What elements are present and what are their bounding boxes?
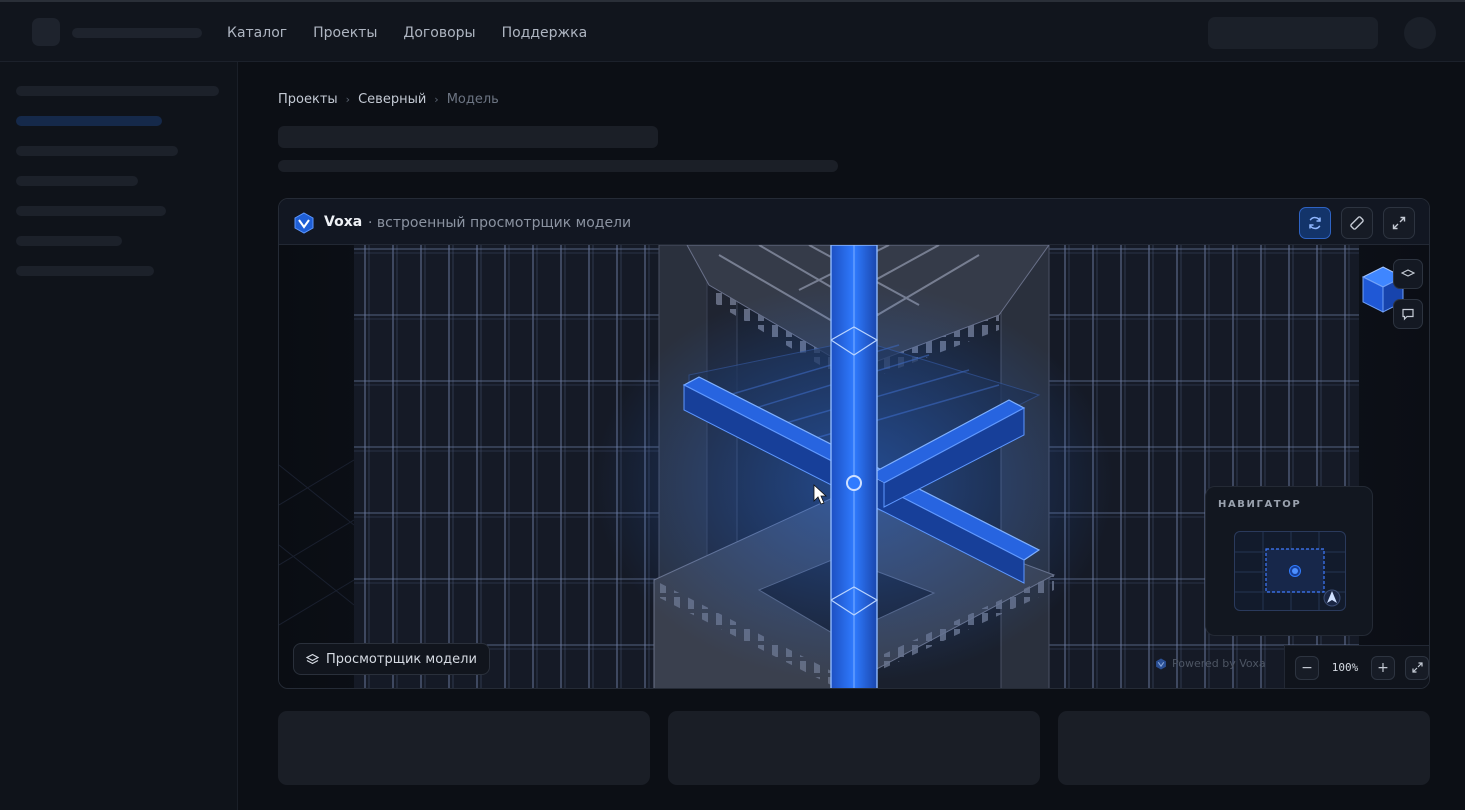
sync-button[interactable] (1299, 207, 1331, 239)
navigator-minimap[interactable] (1234, 531, 1346, 611)
sidebar-item[interactable] (16, 176, 138, 186)
viewer-mode-label: Просмотрщик модели (326, 651, 477, 667)
viewer-brand: Voxa (324, 214, 363, 230)
ruler-icon (1350, 216, 1364, 230)
layers-icon (1401, 269, 1415, 277)
navigator-panel: НАВИГАТОР (1205, 486, 1373, 636)
nav-contracts[interactable]: Договоры (403, 25, 475, 41)
viewer-mode-chip[interactable]: Просмотрщик модели (293, 643, 490, 675)
powered-by[interactable]: Powered by Voxa (1155, 657, 1266, 670)
zoom-level: 100% (1331, 661, 1359, 674)
fit-view-button[interactable] (1405, 655, 1429, 680)
minimap-canvas[interactable] (1235, 532, 1346, 611)
sidebar-item[interactable] (16, 236, 122, 246)
viewer-description: · встроенный просмотрщик модели (368, 215, 632, 231)
nav-projects[interactable]: Проекты (313, 25, 377, 41)
page-title-placeholder (278, 126, 658, 148)
navigator-title: НАВИГАТОР (1218, 499, 1302, 510)
search-placeholder[interactable] (1208, 17, 1378, 49)
fullscreen-button[interactable] (1383, 207, 1415, 239)
breadcrumb: Проекты › Северный › Модель (278, 92, 499, 107)
nav-support[interactable]: Поддержка (502, 25, 588, 41)
layers-button[interactable] (1393, 259, 1423, 289)
expand-icon (1392, 216, 1406, 230)
zoom-controls: − 100% + (1284, 645, 1429, 688)
sidebar-item[interactable] (16, 86, 219, 96)
comments-button[interactable] (1393, 299, 1423, 329)
sidebar-item[interactable] (16, 206, 166, 216)
top-bar: Каталог Проекты Договоры Поддержка (0, 0, 1465, 62)
breadcrumb-separator: › (434, 93, 439, 106)
page-subtitle-placeholder (278, 160, 838, 172)
powered-by-label: Powered by Voxa (1172, 657, 1266, 670)
measure-button[interactable] (1341, 207, 1373, 239)
breadcrumb-current: Модель (446, 92, 499, 107)
breadcrumb-projects[interactable]: Проекты (278, 92, 338, 107)
breadcrumb-project[interactable]: Северный (358, 92, 426, 107)
voxa-mini-logo-icon (1156, 658, 1166, 669)
main-nav: Каталог Проекты Договоры Поддержка (227, 2, 587, 64)
breadcrumb-separator: › (345, 93, 351, 106)
app-logo-placeholder[interactable] (32, 18, 60, 46)
sidebar-item[interactable] (16, 146, 178, 156)
app-name-placeholder (72, 28, 202, 38)
avatar[interactable] (1404, 17, 1436, 49)
nav-catalog[interactable]: Каталог (227, 25, 287, 41)
layers-stack-icon (306, 653, 319, 664)
zoom-in-button[interactable]: + (1371, 655, 1395, 680)
sidebar-item-active[interactable] (16, 116, 162, 126)
model-viewer: Voxa · встроенный просмотрщик модели НАВ… (278, 198, 1430, 689)
summary-card-placeholder (1058, 711, 1430, 785)
sidebar (0, 62, 238, 810)
expand-diagonal-icon (1411, 662, 1423, 673)
refresh-icon (1309, 216, 1321, 230)
comment-icon (1402, 308, 1414, 321)
voxa-logo-icon (294, 212, 314, 234)
summary-card-placeholder (668, 711, 1040, 785)
summary-card-placeholder (278, 711, 650, 785)
sidebar-item[interactable] (16, 266, 154, 276)
zoom-out-button[interactable]: − (1295, 655, 1319, 680)
viewer-header: Voxa · встроенный просмотрщик модели (279, 199, 1429, 245)
